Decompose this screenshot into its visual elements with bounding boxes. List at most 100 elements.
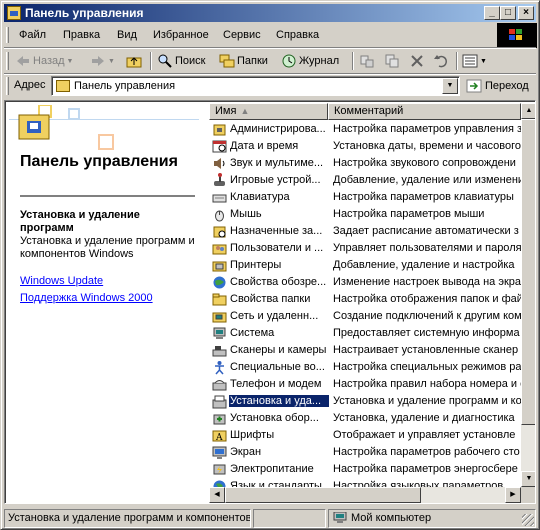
windows-support-link[interactable]: Поддержка Windows 2000 [20, 292, 153, 304]
menu-file[interactable]: Файл [19, 29, 46, 41]
list-item-comment: Предоставляет системную информа [333, 327, 520, 339]
list-item[interactable]: Звук и мультиме... Настройка звукового со… [209, 155, 521, 172]
list-item[interactable]: Назначенные за... Задает расписание автом… [209, 223, 521, 240]
status-zone: Мой компьютер [328, 509, 536, 528]
list-item-comment: Создание подключений к другим ком [333, 310, 521, 322]
forward-button[interactable]: ▼ [90, 52, 115, 70]
list-item-comment: Настройка параметров клавиатуры [333, 191, 514, 203]
close-icon: × [523, 7, 529, 18]
list-item-name: Система [230, 327, 275, 339]
minimize-button[interactable]: _ [484, 6, 500, 20]
list-item[interactable]: Дата и время Установка даты, времени и ча… [209, 138, 521, 155]
list-item-comment: Установка даты, времени и часового [333, 140, 521, 152]
list-item[interactable]: Клавиатура Настройка параметров клавиатур… [209, 189, 521, 206]
delete-button[interactable] [409, 52, 425, 70]
list-item[interactable]: Телефон и модем Настройка правил набора н… [209, 376, 521, 393]
address-grip[interactable] [6, 77, 9, 95]
menu-tools[interactable]: Сервис [223, 29, 261, 41]
menu-favorites[interactable]: Избранное [153, 29, 209, 41]
fonts-icon: A [212, 428, 227, 443]
list-item-comment: Настройка звукового сопровождени [333, 157, 516, 169]
horizontal-scrollbar[interactable]: ◀ ▶ [209, 487, 521, 503]
list-item[interactable]: Пользователи и ... Управляет пользователя… [209, 240, 521, 257]
menu-view[interactable]: Вид [117, 29, 137, 41]
folders-icon [219, 53, 235, 69]
control-panel-folder-icon [56, 80, 70, 92]
toolbar-separator [456, 52, 458, 70]
column-header-name[interactable]: Имя ▲ [209, 103, 328, 120]
list-item[interactable]: Мышь Настройка параметров мыши [209, 206, 521, 223]
chevron-down-icon[interactable]: ▼ [108, 58, 115, 65]
menu-help[interactable]: Справка [276, 29, 319, 41]
column-header-comment[interactable]: Комментарий [328, 103, 521, 120]
search-button[interactable]: Поиск [157, 52, 205, 70]
page-title: Панель управления [20, 153, 178, 170]
vertical-scroll-thumb[interactable] [521, 119, 535, 425]
search-label: Поиск [175, 55, 206, 67]
list-item[interactable]: Администрирова... Настройка параметров уп… [209, 121, 521, 138]
scroll-left-button[interactable]: ◀ [209, 487, 225, 503]
list-item[interactable]: Экран Настройка параметров рабочего сто [209, 444, 521, 461]
views-button[interactable]: ▼ [462, 52, 487, 70]
list-item[interactable]: Игровые устрой... Добавление, удаление ил… [209, 172, 521, 189]
back-button[interactable]: Назад ▼ [15, 52, 73, 70]
scroll-right-button[interactable]: ▶ [505, 487, 521, 503]
list-item[interactable]: Принтеры Добавление, удаление и настройка [209, 257, 521, 274]
chevron-down-icon[interactable]: ▼ [480, 58, 487, 65]
display-icon [212, 445, 227, 460]
list-item-name: Дата и время [230, 140, 299, 152]
list-item[interactable]: Свойства папки Настройка отображения папо… [209, 291, 521, 308]
menu-grip[interactable] [6, 27, 9, 43]
list-item-comment: Добавление, удаление или изменени [333, 174, 521, 186]
list-item[interactable]: Установка обор... Установка, удаление и д… [209, 410, 521, 427]
undo-button[interactable] [433, 52, 449, 70]
scroll-up-button[interactable]: ▲ [521, 103, 535, 119]
go-button[interactable]: Переход [466, 78, 529, 94]
sort-ascending-icon: ▲ [240, 106, 250, 116]
vertical-scrollbar[interactable]: ▲ ▼ [521, 103, 535, 487]
chevron-down-icon[interactable]: ▼ [67, 58, 74, 65]
maximize-button[interactable]: □ [500, 6, 516, 20]
windows-update-link[interactable]: Windows Update [20, 275, 103, 287]
users-icon [212, 241, 227, 256]
toolbar-grip[interactable] [6, 52, 9, 70]
list-item[interactable]: Специальные во... Настройка специальных р… [209, 359, 521, 376]
list-item-name: Шрифты [230, 429, 275, 441]
list-item-name: Сканеры и камеры [230, 344, 327, 356]
list-item[interactable]: Установка и уда... Установка и удаление п… [209, 393, 521, 410]
menu-edit[interactable]: Правка [63, 29, 100, 41]
selected-item-title: Установка и удаление программ [20, 209, 140, 234]
scroll-down-button[interactable]: ▼ [521, 471, 535, 487]
list-item-comment: Управляет пользователями и пароля [333, 242, 521, 254]
list-item-name: Принтеры [230, 259, 282, 271]
address-input[interactable]: Панель управления ▼ [51, 76, 460, 96]
column-name-label: Имя [215, 105, 237, 117]
history-button[interactable]: Журнал [281, 52, 339, 70]
zone-label: Мой компьютер [351, 512, 432, 524]
list-item-name: Звук и мультиме... [230, 157, 324, 169]
list-item[interactable]: Система Предоставляет системную информа [209, 325, 521, 342]
list-item[interactable]: Электропитание Настройка параметров энерг… [209, 461, 521, 478]
horizontal-scroll-thumb[interactable] [225, 487, 421, 503]
system-icon [212, 326, 227, 341]
list-item-name: Пользователи и ... [230, 242, 324, 254]
folders-button[interactable]: Папки [219, 52, 268, 70]
list-item-comment: Настройка специальных режимов ра [333, 361, 521, 373]
title-bar[interactable]: Панель управления _ □ × [4, 4, 536, 22]
list-item[interactable]: Свойства обозре... Изменение настроек выв… [209, 274, 521, 291]
list-item[interactable]: Сеть и удаленн... Создание подключений к … [209, 308, 521, 325]
windows-logo [497, 23, 537, 48]
scrollbar-corner [521, 487, 535, 503]
address-dropdown-button[interactable]: ▼ [442, 78, 458, 94]
address-value: Панель управления [74, 80, 176, 92]
list-item[interactable]: A Шрифты Отображает и управляет установле [209, 427, 521, 444]
resize-grip[interactable] [522, 514, 534, 526]
list-item-comment: Установка и удаление программ и ко [333, 395, 521, 407]
copy-to-button[interactable] [384, 52, 400, 70]
close-button[interactable]: × [518, 6, 534, 20]
move-to-button[interactable] [359, 52, 375, 70]
list-item[interactable]: Сканеры и камеры Настраивает установленны… [209, 342, 521, 359]
list-item-name: Телефон и модем [230, 378, 322, 390]
up-button[interactable] [126, 52, 142, 70]
keyboard-icon [212, 190, 227, 205]
